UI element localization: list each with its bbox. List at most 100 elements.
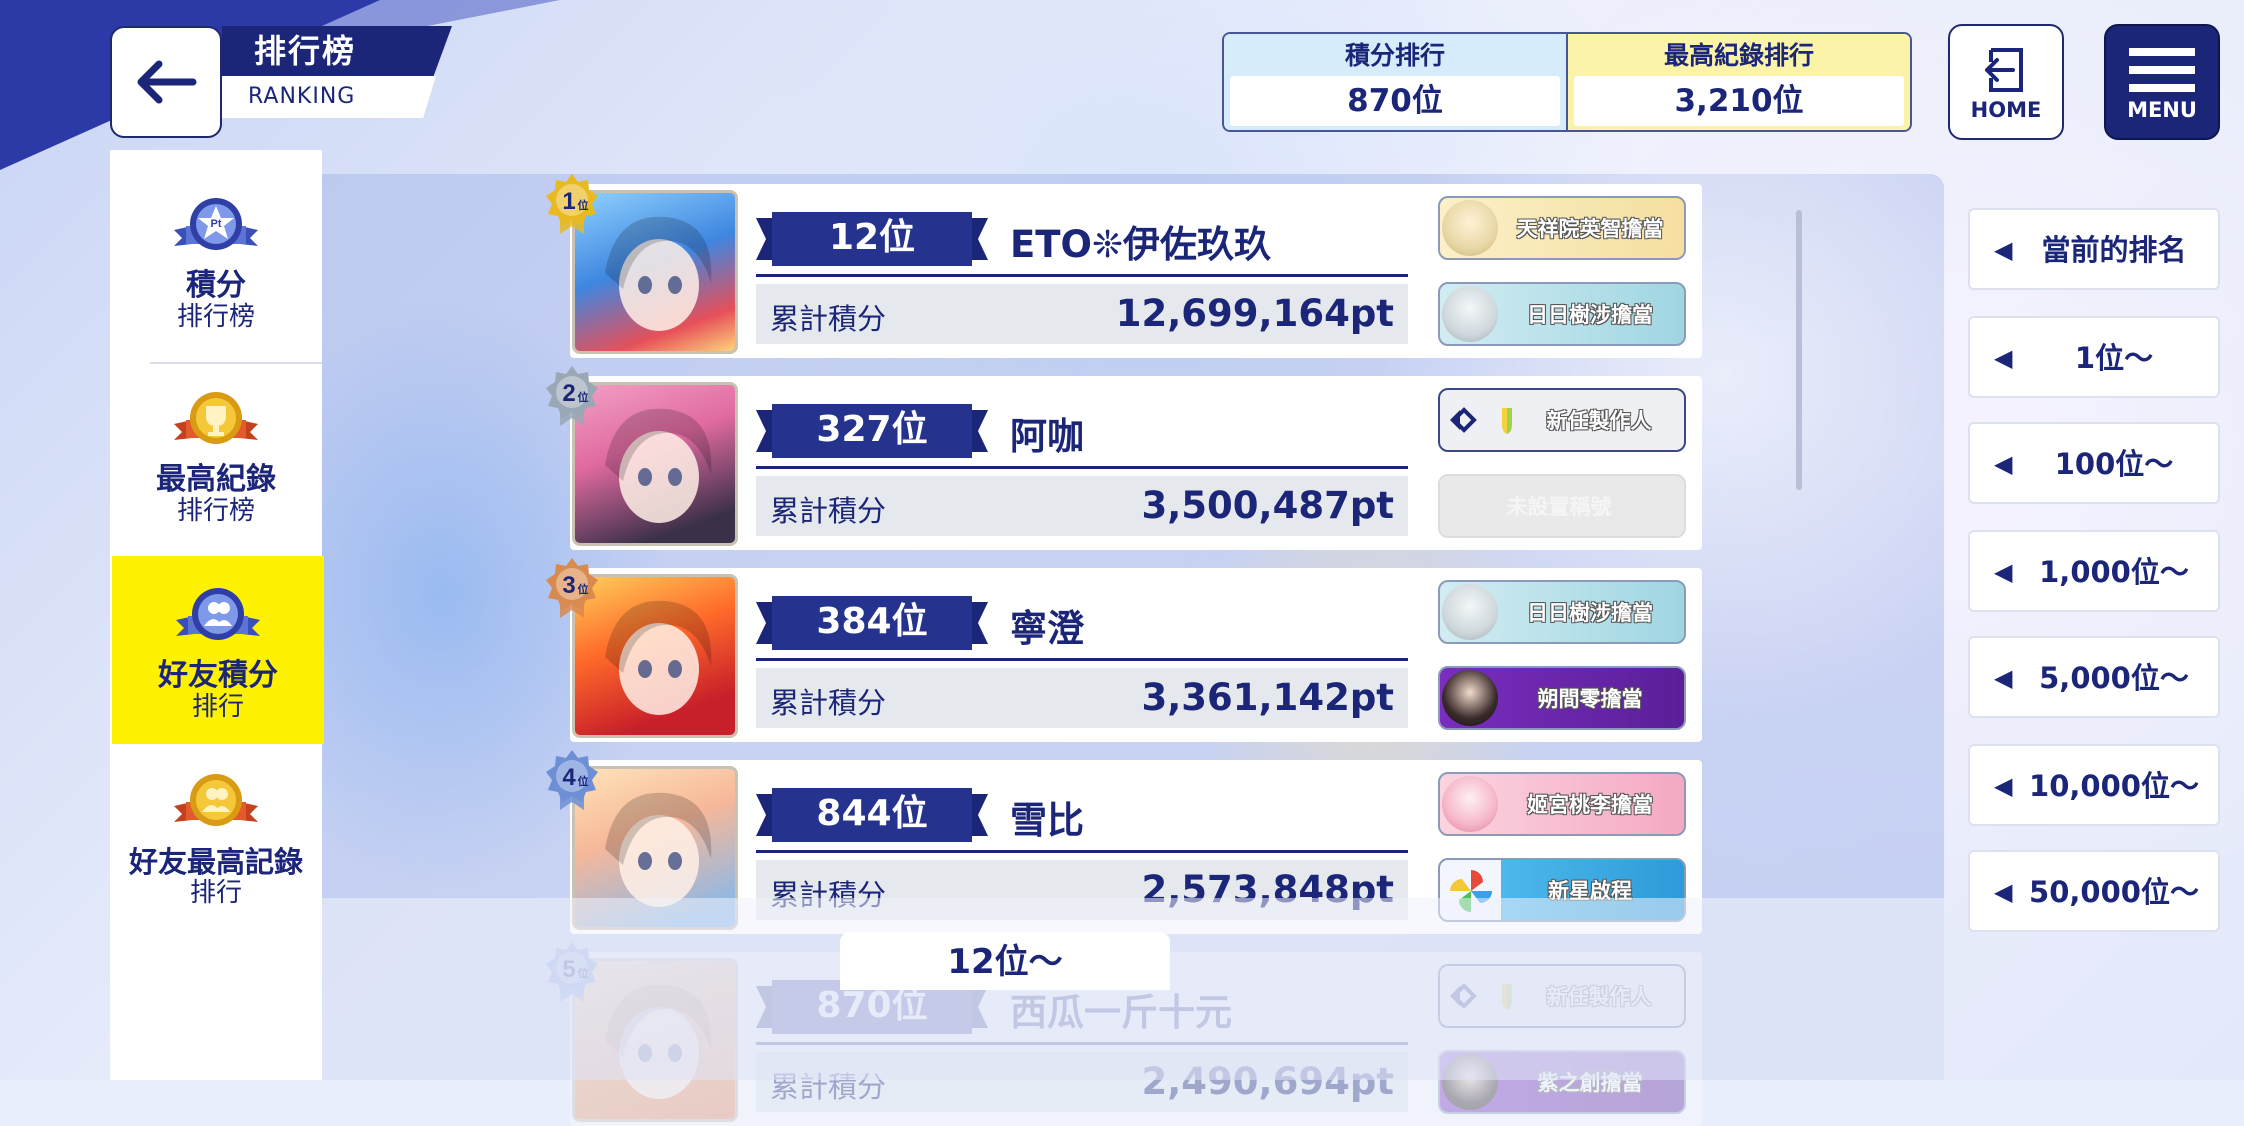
jump-button[interactable]: ◀ 10,000位～ (1968, 744, 2220, 826)
title-tag-label: 新任製作人 (1546, 409, 1652, 433)
sidebar-item-best-record-sub: 排行榜 (176, 496, 255, 526)
sidebar-item-best-record-title: 最高紀錄 (156, 462, 276, 497)
player-rank: 327位 (816, 409, 928, 450)
friend-points-badge-icon (176, 588, 260, 640)
placement-number: 3 (562, 572, 575, 599)
name-underline (756, 658, 1408, 661)
title-tag[interactable]: 姬宮桃李擔當 (1438, 772, 1686, 836)
sidebar: Pt 積分 排行榜 最高紀錄 排行榜 好友積分 排行 好友最高記錄 排行 (0, 0, 324, 1080)
points-badge-icon: Pt (174, 198, 258, 250)
jump-label: 100位～ (2054, 447, 2174, 481)
name-underline (756, 274, 1408, 277)
rank-ribbon: 844位 (756, 788, 988, 842)
title-tag-label: 朔間零擔當 (1537, 687, 1643, 711)
trophy-badge-icon (174, 392, 258, 444)
character-face-icon (1442, 286, 1498, 342)
home-label: HOME (1970, 98, 2042, 122)
player-rank: 12位 (828, 217, 916, 258)
player-rank: 384位 (816, 601, 928, 642)
sidebar-item-friend-points-title: 好友積分 (158, 658, 278, 693)
sidebar-item-friend-points[interactable]: 好友積分 排行 (112, 556, 324, 744)
sidebar-item-points[interactable]: Pt 積分 排行榜 (110, 196, 322, 384)
score-value: 3,361,142pt (1141, 676, 1395, 719)
score-label: 累計積分 (770, 494, 887, 528)
placement-medal-icon: 2 位 (546, 366, 598, 426)
jump-button[interactable]: ◀ 1位～ (1968, 316, 2220, 398)
sidebar-item-points-title: 積分 (186, 268, 246, 303)
list-scrollbar[interactable] (1796, 210, 1802, 490)
back-arrow-icon (137, 60, 197, 104)
rank-ribbon: 384位 (756, 596, 988, 650)
placement-medal-icon: 3 位 (546, 558, 598, 618)
sidebar-item-best-record[interactable]: 最高紀錄 排行榜 (110, 390, 322, 578)
back-button[interactable] (110, 26, 222, 138)
points-rank-value: 870位 (1230, 76, 1560, 126)
jump-label: 1,000位～ (2039, 555, 2189, 589)
best-record-rank-value: 3,210位 (1574, 76, 1904, 126)
ranking-row[interactable]: 1 位 12位 ETO❊伊佐玖玖 累計積分 12,699,164pt 天祥院英智… (546, 174, 1702, 358)
ranking-row[interactable]: 3 位 384位 寧澄 累計積分 3,361,142pt 日日樹涉擔當 朔間零擔… (546, 558, 1702, 742)
score-box: 累計積分 3,361,142pt (756, 668, 1408, 728)
jump-label: 50,000位～ (2029, 875, 2199, 909)
newbie-icons (1450, 407, 1512, 434)
placement-number: 4 (562, 764, 576, 791)
title-tag-label: 天祥院英智擔當 (1516, 217, 1664, 241)
jump-label: 1位～ (2074, 341, 2154, 375)
rank-ribbon: 327位 (756, 404, 988, 458)
character-face-icon (1442, 200, 1498, 256)
page-title: 排行榜 RANKING (222, 26, 452, 118)
sidebar-item-points-sub: 排行榜 (176, 302, 255, 332)
placement-number: 2 (562, 380, 575, 407)
sidebar-item-friend-best-record-title: 好友最高記錄 (128, 845, 303, 879)
title-tag-label: 未設置稱號 (1506, 495, 1612, 519)
menu-label: MENU (2127, 98, 2197, 122)
home-exit-icon (1985, 48, 2023, 92)
title-tag[interactable]: 朔間零擔當 (1438, 666, 1686, 730)
jump-button[interactable]: ◀ 當前的排名 (1968, 208, 2220, 290)
score-label: 累計積分 (770, 686, 887, 720)
home-button[interactable]: HOME (1948, 24, 2064, 140)
title-tag[interactable]: 天祥院英智擔當 (1438, 196, 1686, 260)
title-tag[interactable]: 新任製作人 (1438, 388, 1686, 452)
score-box: 累計積分 3,500,487pt (756, 476, 1408, 536)
jump-label: 10,000位～ (2029, 769, 2199, 803)
title-tag-label: 日日樹涉擔當 (1527, 303, 1653, 327)
hamburger-icon (2129, 48, 2195, 92)
player-name: ETO❊伊佐玖玖 (1010, 223, 1271, 266)
page-range-label: 12位～ (840, 932, 1170, 990)
title-tag[interactable]: 日日樹涉擔當 (1438, 580, 1686, 644)
placement-suffix: 位 (578, 582, 589, 596)
friend-record-badge-icon (174, 774, 258, 826)
menu-button[interactable]: MENU (2104, 24, 2220, 140)
score-value: 12,699,164pt (1115, 292, 1394, 335)
rank-summary: 積分排行 870位 最高紀錄排行 3,210位 (1222, 32, 1912, 132)
points-rank-caption: 積分排行 (1344, 41, 1445, 70)
title-tag-label: 日日樹涉擔當 (1527, 601, 1653, 625)
rank-ribbon: 12位 (756, 212, 988, 266)
sidebar-item-friend-best-record[interactable]: 好友最高記錄 排行 (110, 772, 322, 960)
character-face-icon (1442, 776, 1498, 832)
score-value: 3,500,487pt (1141, 484, 1395, 527)
score-label: 累計積分 (770, 302, 887, 336)
ranking-row[interactable]: 2 位 327位 阿咖 累計積分 3,500,487pt 新任製作人 未設置稱號 (546, 366, 1702, 550)
jump-button[interactable]: ◀ 1,000位～ (1968, 530, 2220, 612)
sidebar-item-friend-best-record-sub: 排行 (189, 878, 242, 908)
character-face-icon (1442, 584, 1498, 640)
page-title-main: 排行榜 (222, 26, 452, 76)
title-tag[interactable]: 日日樹涉擔當 (1438, 282, 1686, 346)
jump-button[interactable]: ◀ 5,000位～ (1968, 636, 2220, 718)
jump-button[interactable]: ◀ 50,000位～ (1968, 850, 2220, 932)
player-name: 阿咖 (1010, 415, 1084, 458)
jump-label: 5,000位～ (2039, 661, 2189, 695)
placement-medal-icon: 4 位 (546, 750, 598, 810)
points-badge-text: Pt (211, 218, 222, 230)
name-underline (756, 466, 1408, 469)
player-name: 雪比 (1010, 799, 1084, 842)
score-box: 累計積分 12,699,164pt (756, 284, 1408, 344)
player-rank: 844位 (816, 793, 928, 834)
title-tag[interactable]: 未設置稱號 (1438, 474, 1686, 538)
page-title-sub: RANKING (222, 76, 436, 118)
name-underline (756, 850, 1408, 853)
jump-button[interactable]: ◀ 100位～ (1968, 422, 2220, 504)
placement-suffix: 位 (578, 774, 589, 788)
